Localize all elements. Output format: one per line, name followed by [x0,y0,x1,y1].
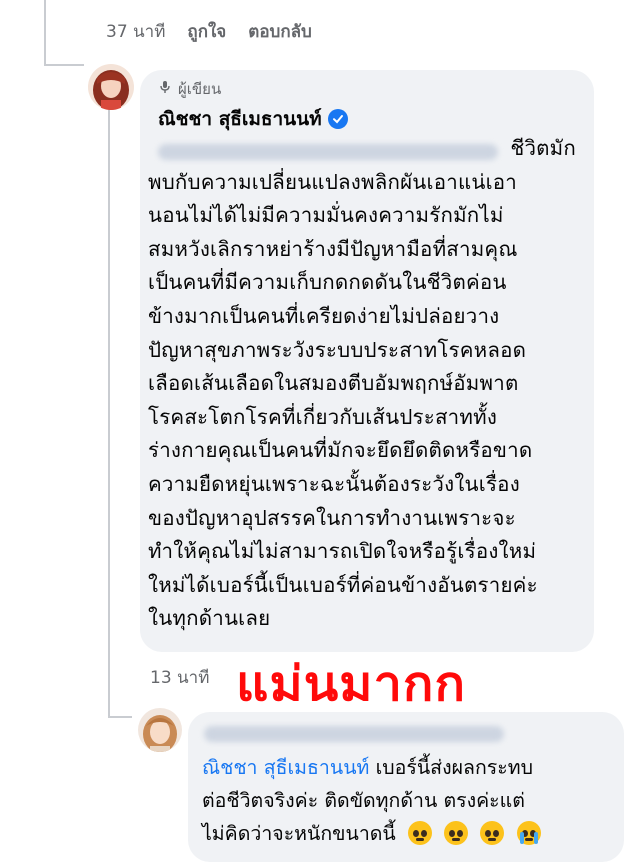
author-avatar[interactable] [88,64,134,110]
like-link[interactable]: ถูกใจ [187,18,226,45]
commenter-name[interactable]: ณิชชา สุธีเมธานนท์ [158,104,348,134]
thread-line-vertical [44,0,46,66]
commenter-name-text[interactable]: ณิชชา สุธีเมธานนท์ [158,104,322,134]
thread-line-vertical-reply [108,100,110,718]
author-badge: ผู้เขียน [158,77,221,101]
reply-line-1: ณิชชา สุธีเมธานนท์ เบอร์นี้ส่งผลกระทบ [202,752,533,783]
comment-line: สมหวังเลิกราหย่าร้างมีปัญหามือที่สามคุณ [148,236,518,261]
pleading-face-icon [480,821,505,845]
comment-line: ความยืดหยุ่นเพราะฉะนั้นต้องระวังในเรื่อง [148,471,520,496]
microphone-icon [158,80,172,98]
reply-line-2: ต่อชีวิตจริงค่ะ ติดขัดทุกด้าน ตรงค่ะแต่ [202,789,525,812]
author-badge-label: ผู้เขียน [178,80,222,98]
thread-line-curve [44,64,84,66]
overlay-caption: แม่นมากก [236,656,467,712]
comment-line: ข้างมากเป็นคนที่เครียดง่ายไม่ปล่อยวาง [148,303,500,328]
comment-body: ชีวิตมัก พบกับความเปลี่ยนแปลงพลิกผันเอาแ… [148,132,576,636]
pleading-face-icon [444,821,469,845]
mention-link[interactable]: ณิชชา สุธีเมธานนท์ [202,756,369,779]
comment-line: ใหม่ได้เบอร์นี้เป็นเบอร์ที่ค่อนข้างอันตร… [148,572,538,597]
crying-face-icon [516,821,541,845]
verified-badge-icon [327,109,348,129]
comment-line: ปัญหาสุขภาพระวังระบบประสาทโรคหลอด [148,337,527,362]
reply-blurred-name [204,726,504,742]
previous-comment-time: 37 นาที [106,22,166,42]
comment-line: เลือดเส้นเลือดในสมองตีบอัมพฤกษ์อัมพาต [148,371,519,396]
reply-text-3: ไม่คิดว่าจะหนักขนาดนี้ [202,822,396,845]
comment-line: เป็นคนที่มีความเก็บกดกดดันในชีวิตค่อน [148,270,507,295]
comment-line: ในทุกด้านเลย [148,606,271,631]
reply-link[interactable]: ตอบกลับ [248,18,312,45]
comment-line: ของปัญหาอุปสรรคในการทำงานเพราะจะ [148,505,516,530]
thread-line-curve-reply [108,716,132,718]
comment-line: ร่างกายคุณเป็นคนที่มักจะยึดยึดติดหรือขาด [148,438,533,463]
reply-line-3: ไม่คิดว่าจะหนักขนาดนี้ [202,818,541,849]
reply-avatar[interactable] [138,708,182,752]
comment-line: นอนไม่ได้ไม่มีความมั่นคงความรักมักไม่ [148,203,504,228]
reply-text-1: เบอร์นี้ส่งผลกระทบ [369,756,533,779]
comment-line: โรคสะโตกโรคที่เกี่ยวกับเส้นประสาททั้ง [148,404,498,429]
comment-line: ทำให้คุณไม่ไม่สามารถเปิดใจหรือรู้เรื่องใ… [148,539,537,564]
comment-line: พบกับความเปลี่ยนแปลงพลิกผันเอาแน่เอา [148,169,518,194]
comment-time[interactable]: 13 นาที [150,664,209,691]
pleading-face-icon [407,821,432,845]
comment-line: ชีวิตมัก [510,136,576,160]
previous-comment-actions: 37 นาที ถูกใจ ตอบกลับ [106,18,312,45]
